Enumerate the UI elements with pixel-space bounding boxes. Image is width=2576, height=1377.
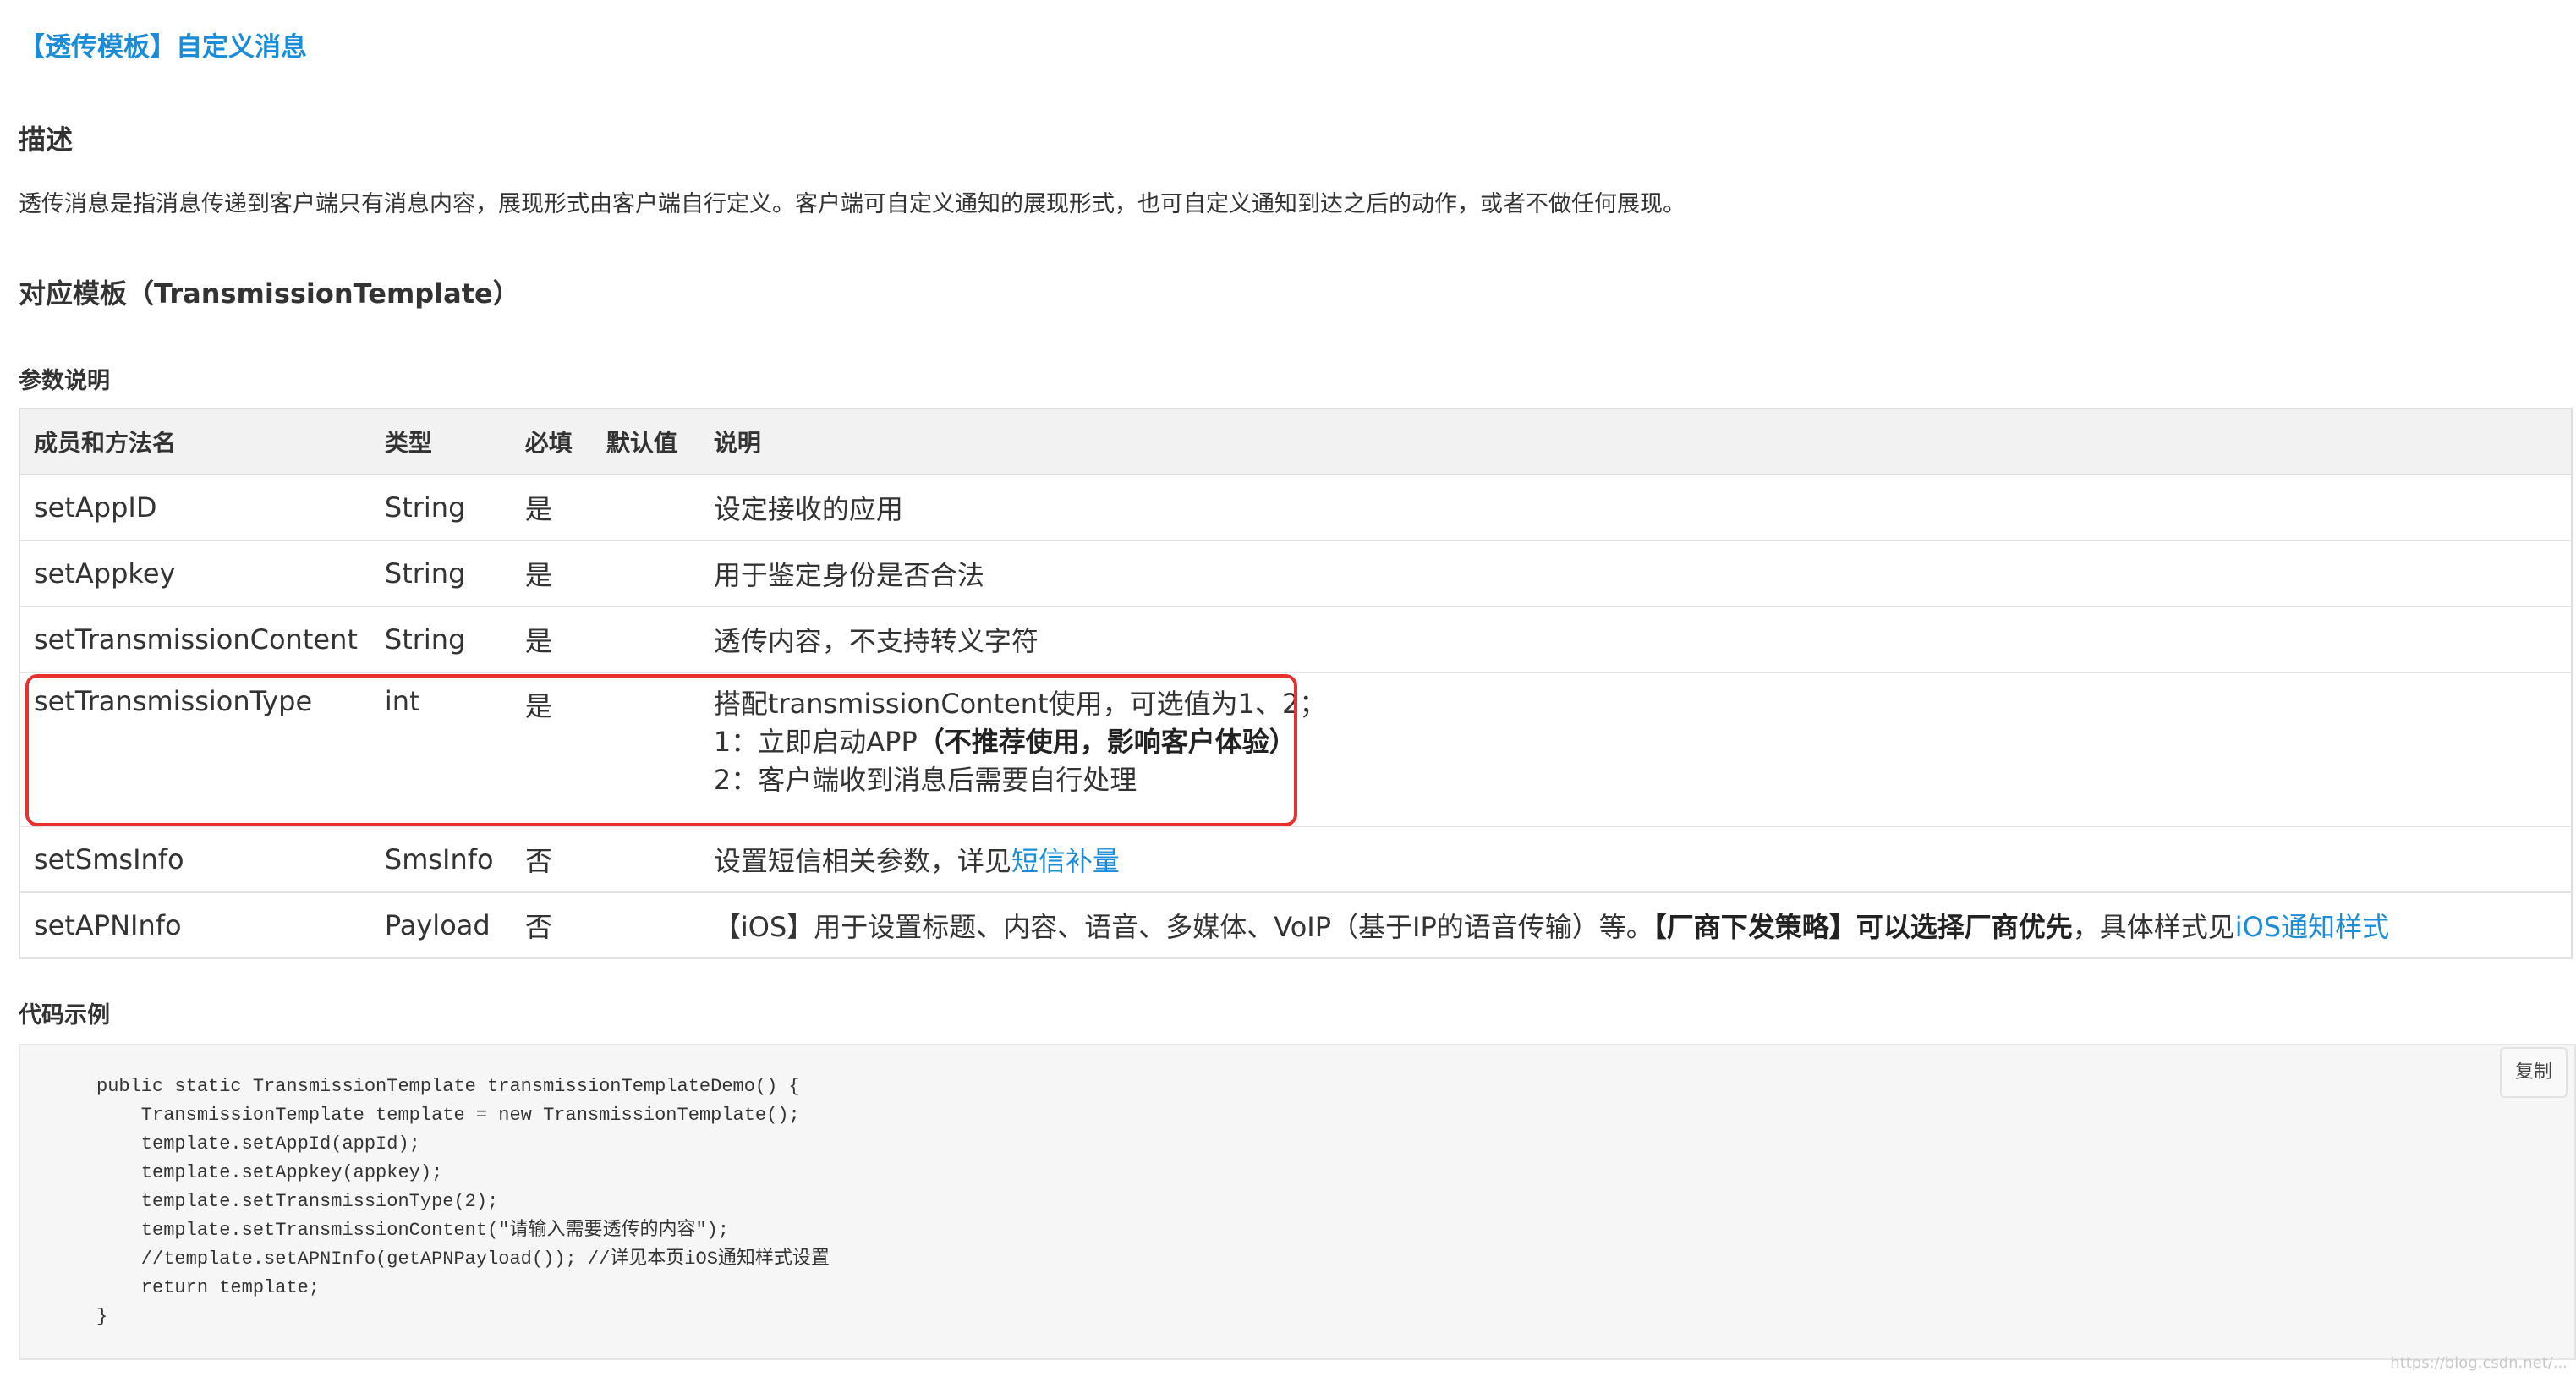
cell-desc: 设置短信相关参数，详见短信补量 <box>699 826 2572 893</box>
desc-bold-text: （不推荐使用，影响客户体验） <box>917 726 1296 758</box>
code-block: public static TransmissionTemplate trans… <box>19 1044 2576 1360</box>
cell-required: 否 <box>511 826 593 893</box>
ios-notification-style-link[interactable]: iOS通知样式 <box>2235 911 2389 943</box>
desc-text: 1：立即启动APP <box>713 726 918 758</box>
template-heading: 对应模板（TransmissionTemplate） <box>19 277 520 310</box>
cell-required: 是 <box>511 540 593 607</box>
header-name: 成员和方法名 <box>19 409 371 475</box>
section-title-link[interactable]: 【透传模板】自定义消息 <box>19 25 307 63</box>
params-heading: 参数说明 <box>19 368 110 394</box>
cell-default <box>592 672 700 827</box>
desc-line: 2：客户端收到消息后需要自行处理 <box>713 764 1137 796</box>
cell-name: setTransmissionType <box>19 672 371 827</box>
table-row: setAppkey String 是 用于鉴定身份是否合法 <box>19 540 2572 607</box>
header-desc: 说明 <box>699 409 2572 475</box>
watermark: https://blog.csdn.net/... <box>2390 1354 2568 1372</box>
cell-required: 是 <box>511 475 593 541</box>
params-table: 成员和方法名 类型 必填 默认值 说明 setAppID String 是 设定… <box>19 408 2573 959</box>
cell-desc: 用于鉴定身份是否合法 <box>699 540 2572 607</box>
copy-button[interactable]: 复制 <box>2500 1047 2568 1098</box>
table-row: setTransmissionType int 是 搭配transmission… <box>19 672 2572 827</box>
cell-default <box>592 475 700 541</box>
desc-text: 【iOS】用于设置标题、内容、语音、多媒体、VoIP（基于IP的语音传输）等。 <box>713 911 1653 943</box>
table-row: setAppID String 是 设定接收的应用 <box>19 475 2572 541</box>
cell-type: SmsInfo <box>370 826 512 893</box>
cell-desc: 透传内容，不支持转义字符 <box>699 606 2572 673</box>
cell-name: setSmsInfo <box>19 826 371 893</box>
table-row: setTransmissionContent String 是 透传内容，不支持… <box>19 606 2572 673</box>
cell-desc: 搭配transmissionContent使用，可选值为1、2； 1：立即启动A… <box>699 672 2572 827</box>
desc-line: 搭配transmissionContent使用，可选值为1、2； <box>713 688 1327 720</box>
cell-default <box>592 540 700 607</box>
cell-default <box>592 606 700 673</box>
cell-type: String <box>370 606 512 673</box>
code-heading: 代码示例 <box>19 1002 110 1029</box>
header-type: 类型 <box>370 409 512 475</box>
cell-type: Payload <box>370 892 512 959</box>
cell-type: String <box>370 540 512 607</box>
cell-name: setAppID <box>19 475 371 541</box>
table-row: setSmsInfo SmsInfo 否 设置短信相关参数，详见短信补量 <box>19 826 2572 893</box>
cell-default <box>592 892 700 959</box>
sms-fallback-link[interactable]: 短信补量 <box>1011 845 1120 877</box>
cell-type: String <box>370 475 512 541</box>
table-header-row: 成员和方法名 类型 必填 默认值 说明 <box>19 409 2572 475</box>
header-required: 必填 <box>511 409 593 475</box>
desc-text: 设置短信相关参数，详见 <box>713 845 1011 877</box>
header-default: 默认值 <box>592 409 700 475</box>
page: 【透传模板】自定义消息 描述 透传消息是指消息传递到客户端只有消息内容，展现形式… <box>0 0 2576 1377</box>
description-text: 透传消息是指消息传递到客户端只有消息内容，展现形式由客户端自行定义。客户端可自定… <box>19 191 1685 217</box>
desc-text: ，具体样式见 <box>2072 911 2235 943</box>
desc-line: 1：立即启动APP（不推荐使用，影响客户体验） <box>714 723 2557 761</box>
cell-desc: 【iOS】用于设置标题、内容、语音、多媒体、VoIP（基于IP的语音传输）等。【… <box>699 892 2572 959</box>
cell-name: setTransmissionContent <box>19 606 371 673</box>
cell-desc: 设定接收的应用 <box>699 475 2572 541</box>
cell-required: 是 <box>511 606 593 673</box>
cell-required: 否 <box>511 892 593 959</box>
cell-name: setAPNInfo <box>19 892 371 959</box>
description-heading: 描述 <box>19 123 74 156</box>
table-row: setAPNInfo Payload 否 【iOS】用于设置标题、内容、语音、多… <box>19 892 2572 959</box>
desc-bold-text: 【厂商下发策略】可以选择厂商优先 <box>1652 911 2073 943</box>
cell-type: int <box>370 672 512 827</box>
cell-default <box>592 826 700 893</box>
cell-required: 是 <box>511 672 593 827</box>
cell-name: setAppkey <box>19 540 371 607</box>
code-content: public static TransmissionTemplate trans… <box>96 1076 830 1327</box>
